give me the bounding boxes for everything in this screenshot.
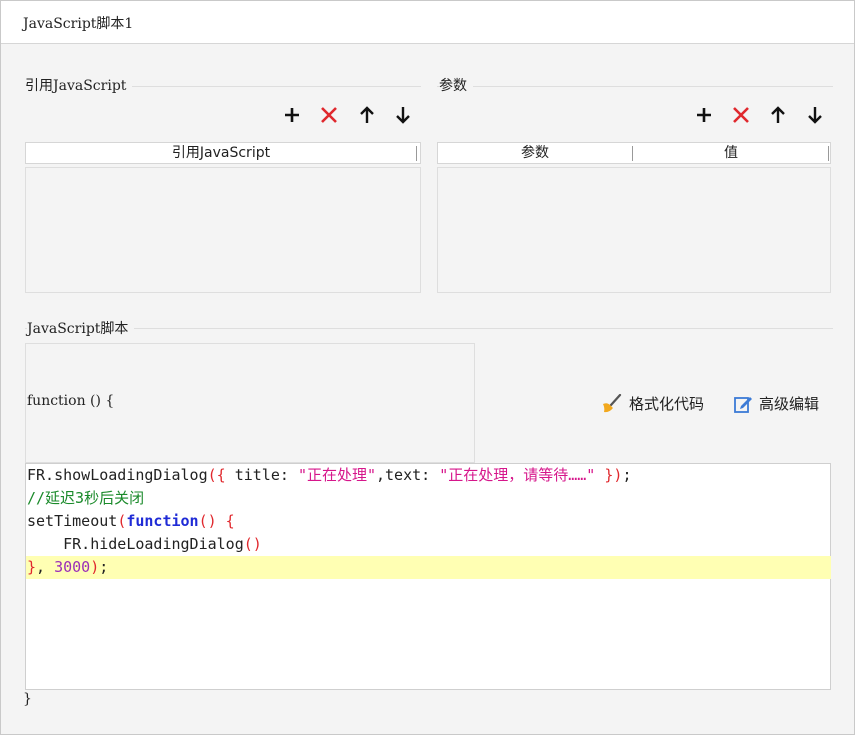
code-line[interactable]: setTimeout(function() {: [26, 510, 831, 533]
window-title: JavaScript脚本1: [23, 16, 134, 32]
code-token: FR.showLoadingDialog: [27, 466, 208, 484]
params-section-label: 参数: [439, 75, 473, 95]
script-section-label: JavaScript脚本: [27, 318, 135, 338]
code-token: ,text:: [376, 466, 440, 484]
window-titlebar: JavaScript脚本1: [1, 1, 854, 44]
move-down-icon[interactable]: [803, 103, 827, 127]
add-icon[interactable]: [692, 103, 716, 127]
add-icon[interactable]: [280, 103, 304, 127]
code-token: //延迟3秒后关闭: [27, 489, 145, 507]
ref-js-table-body[interactable]: [25, 167, 421, 293]
dialog-frame: JavaScript脚本1 引用JavaScript 引用JavaScript …: [0, 0, 855, 735]
code-token: 3000: [54, 558, 91, 576]
move-up-icon[interactable]: [355, 103, 379, 127]
code-token: FR.hideLoadingDialog: [27, 535, 244, 553]
ref-js-section-label: 引用JavaScript: [25, 75, 133, 95]
params-table-header: 参数 值: [437, 142, 831, 164]
section-rule: [437, 86, 833, 87]
closing-brace: }: [23, 691, 32, 707]
code-token: function: [126, 512, 199, 530]
delete-icon[interactable]: [729, 103, 753, 127]
column-separator: [828, 146, 829, 161]
ref-js-table-header: 引用JavaScript: [25, 142, 421, 164]
format-code-label: 格式化代码: [629, 395, 705, 413]
code-token: "正在处理，请等待……": [439, 466, 596, 484]
code-token: ,: [36, 558, 55, 576]
code-token: ;: [622, 466, 632, 484]
code-token: }): [595, 466, 623, 484]
section-rule: [25, 328, 833, 329]
move-down-icon[interactable]: [391, 103, 415, 127]
code-token: ): [90, 558, 100, 576]
code-line[interactable]: FR.hideLoadingDialog(): [26, 533, 831, 556]
code-token: ;: [99, 558, 109, 576]
column-separator: [632, 146, 633, 161]
code-token: () {: [198, 512, 235, 530]
code-token: }: [27, 558, 37, 576]
column-header-value[interactable]: 值: [634, 143, 828, 163]
code-token: "正在处理": [297, 466, 376, 484]
column-header-param[interactable]: 参数: [438, 143, 632, 163]
function-header: function () {: [27, 393, 115, 409]
code-line[interactable]: FR.showLoadingDialog({ title: "正在处理",tex…: [26, 464, 831, 487]
code-token: ({: [207, 466, 226, 484]
move-up-icon[interactable]: [766, 103, 790, 127]
delete-icon[interactable]: [317, 103, 341, 127]
code-editor[interactable]: FR.showLoadingDialog({ title: "正在处理",tex…: [25, 463, 831, 690]
code-line[interactable]: }, 3000);: [26, 556, 831, 579]
advanced-edit-button[interactable]: 高级编辑: [733, 393, 819, 414]
code-line[interactable]: //延迟3秒后关闭: [26, 487, 831, 510]
column-separator: [416, 146, 417, 161]
brush-icon: [603, 393, 622, 412]
code-token: title:: [225, 466, 298, 484]
advanced-edit-label: 高级编辑: [759, 395, 820, 413]
edit-icon: [734, 396, 752, 413]
params-table-body[interactable]: [437, 167, 831, 293]
code-token: (): [243, 535, 262, 553]
format-code-button[interactable]: 格式化代码: [601, 393, 704, 414]
column-header-ref-js[interactable]: 引用JavaScript: [26, 143, 416, 163]
code-token: (: [117, 512, 127, 530]
code-token: setTimeout: [27, 512, 118, 530]
